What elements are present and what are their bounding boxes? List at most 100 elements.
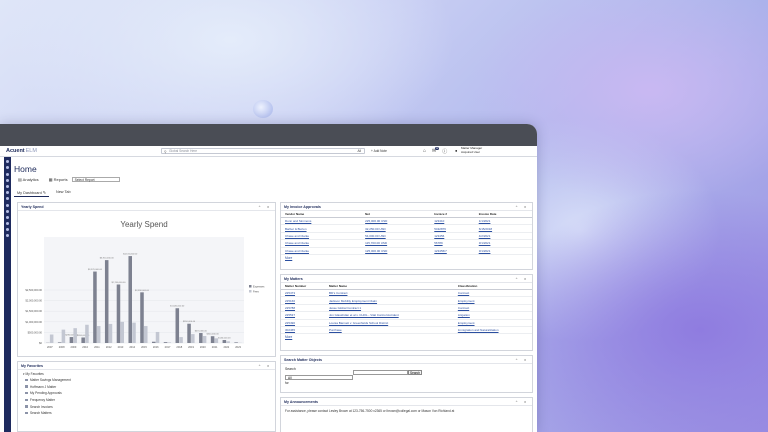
table-cell-link[interactable]: 225,000.00 USD <box>361 217 431 226</box>
notifications-icon[interactable]: ✉ 12 <box>432 147 439 155</box>
more-link[interactable]: More <box>281 334 532 340</box>
bar-fees[interactable] <box>132 322 136 343</box>
bar-expenses[interactable] <box>222 340 227 343</box>
table-cell-link[interactable]: 1/1/2021 <box>474 217 532 226</box>
bar-fees[interactable] <box>96 326 101 343</box>
nav-icon-calendar[interactable] <box>6 197 9 201</box>
bar-fees[interactable] <box>167 342 172 343</box>
table-cell-link[interactable]: 6/15/2018 <box>474 224 532 233</box>
table-cell-link[interactable]: 4/2/2021 <box>474 232 532 241</box>
search-button[interactable]: Search <box>408 370 422 375</box>
select-report-dropdown[interactable]: Select Report <box>71 177 120 182</box>
table-cell-link[interactable]: Barber & Burton <box>281 224 362 233</box>
nav-icon-matters[interactable] <box>6 166 9 170</box>
table-row[interactable]: 225537 Jon Glasshdan et al v. CHOL - Vita… <box>281 311 532 320</box>
bar-fees[interactable] <box>120 321 124 343</box>
favorites-folder[interactable]: ▾ My Favorites <box>18 370 275 377</box>
table-cell-link[interactable]: 225537 <box>281 311 326 320</box>
bar-fees[interactable] <box>144 326 148 343</box>
table-row[interactable]: 225473 BD's Contract Contract <box>281 289 532 298</box>
table-cell-link[interactable]: BD's Contract <box>325 289 454 298</box>
panel-controls[interactable]: ^ x <box>259 205 272 209</box>
table-cell-link[interactable]: 54,000.00 USD <box>361 232 431 241</box>
user-menu[interactable]: ● Matter Manager Acquired User <box>455 146 482 154</box>
search-text-input[interactable] <box>353 370 408 375</box>
bar-expenses[interactable] <box>104 260 109 343</box>
help-icon[interactable]: ⓘ <box>442 148 447 155</box>
nav-icon-documents[interactable] <box>6 184 9 188</box>
table-cell-link[interactable]: 302465 <box>281 326 326 335</box>
nav-icon-vendors[interactable] <box>6 178 9 182</box>
analytics-button[interactable]: ▤ Analytics <box>18 177 39 182</box>
table-cell-link[interactable]: Purchase <box>325 326 454 335</box>
bar-expenses[interactable] <box>57 342 62 343</box>
tab-my-dashboard[interactable]: My Dashboard ✎ <box>14 189 49 197</box>
nav-icon-budget[interactable] <box>6 203 9 207</box>
search-scope-select[interactable]: All <box>285 375 353 380</box>
table-cell-link[interactable]: Dunn and Simmons <box>281 217 362 226</box>
panel-controls[interactable]: ^ x <box>516 358 529 362</box>
table-cell-link[interactable]: 125,000.00 USD <box>361 247 431 255</box>
bar-fees[interactable] <box>226 341 230 343</box>
table-row[interactable]: Chase and Clarke 115,700.00 USD 56789 3/1/2… <box>281 239 532 248</box>
table-cell-link[interactable]: 225166 <box>281 296 326 305</box>
table-row[interactable]: Dunn and Simmons 225,000.00 USD 123410 1/1/… <box>281 217 532 226</box>
bar-fees[interactable] <box>108 323 113 343</box>
bar-expenses[interactable] <box>128 256 132 343</box>
bar-fees[interactable] <box>179 337 183 343</box>
bar-expenses[interactable] <box>175 308 180 343</box>
bar-expenses[interactable] <box>69 337 74 343</box>
nav-icon-admin[interactable] <box>6 228 9 232</box>
bar-fees[interactable] <box>85 324 89 343</box>
table-cell-link[interactable]: 225473 <box>281 289 326 298</box>
table-row[interactable]: Chase and Clarke 125,000.00 USD 123456/7 3/… <box>281 247 532 255</box>
table-cell-link[interactable]: Chase and Clarke <box>281 247 362 255</box>
table-cell-link[interactable]: Louisa Bannett v. Greenfields School Dis… <box>325 319 454 327</box>
bar-expenses[interactable] <box>199 333 203 343</box>
favorite-item[interactable]: Frequency Matter <box>18 397 275 404</box>
bar-fees[interactable] <box>155 331 160 343</box>
table-row[interactable]: 225490 Louisa Bannett v. Greenfields Scho… <box>281 319 532 327</box>
table-cell-link[interactable]: Contract <box>453 304 532 313</box>
table-cell-link[interactable]: 123456 <box>430 232 475 241</box>
table-cell-link[interactable]: 123410 <box>430 217 475 226</box>
search-scope-dropdown[interactable]: All <box>357 149 361 153</box>
table-cell-link[interactable]: Chase and Clarke <box>281 232 362 241</box>
panel-controls[interactable]: ^ x <box>516 400 529 404</box>
nav-icon-search[interactable] <box>6 209 9 213</box>
legend-label[interactable]: Fees <box>253 289 259 293</box>
add-note-button[interactable]: + Add Note <box>371 149 387 153</box>
table-cell-link[interactable]: Chase and Clarke <box>281 239 362 248</box>
bar-expenses[interactable] <box>81 337 85 343</box>
bar-fees[interactable] <box>49 334 54 343</box>
bar-fees[interactable] <box>191 334 195 343</box>
brand-logo[interactable]: AcuentELM <box>6 148 37 154</box>
reports-button[interactable]: ▦ Reports <box>49 177 68 182</box>
edit-icon[interactable]: ✎ <box>43 191 46 195</box>
table-cell-link[interactable]: 3/1/2021 <box>474 247 532 255</box>
table-cell-link[interactable]: Contract <box>453 289 532 298</box>
tab-new-tab[interactable]: New Tab <box>53 189 74 197</box>
table-row[interactable]: 302465 Purchase Immigration and Naturaliza… <box>281 326 532 335</box>
table-cell-link[interactable]: Jesse Global Contract 1 <box>325 304 454 313</box>
bar-fees[interactable] <box>202 336 207 343</box>
panel-controls[interactable]: ^ x <box>259 364 272 368</box>
table-cell-link[interactable]: 225788 <box>281 304 326 313</box>
table-cell-link[interactable]: 5432876 <box>430 224 475 233</box>
panel-controls[interactable]: ^ x <box>516 277 529 281</box>
favorite-item[interactable]: Matter Savings Management <box>18 377 275 384</box>
bar-expenses[interactable] <box>140 292 144 343</box>
table-cell-link[interactable]: Employment <box>453 319 532 327</box>
favorite-item[interactable]: Search Invoices <box>18 403 275 410</box>
nav-icon-reports[interactable] <box>6 191 9 195</box>
bar-expenses[interactable] <box>93 271 97 343</box>
legend-label[interactable]: Expenses <box>253 284 265 288</box>
table-row[interactable]: Barber & Burton 32,250.00 USD 5432876 6/15/… <box>281 224 532 233</box>
panel-controls[interactable]: ^ x <box>516 205 529 209</box>
table-row[interactable]: 225166 Jackson Mobility Employment Claim E… <box>281 296 532 305</box>
table-cell-link[interactable]: 3/1/2021 <box>474 239 532 248</box>
bar-expenses[interactable] <box>116 284 121 343</box>
table-cell-link[interactable]: Immigration and Naturalization <box>453 326 532 335</box>
table-cell-link[interactable]: 123456/7 <box>430 247 475 255</box>
bar-expenses[interactable] <box>234 342 238 343</box>
